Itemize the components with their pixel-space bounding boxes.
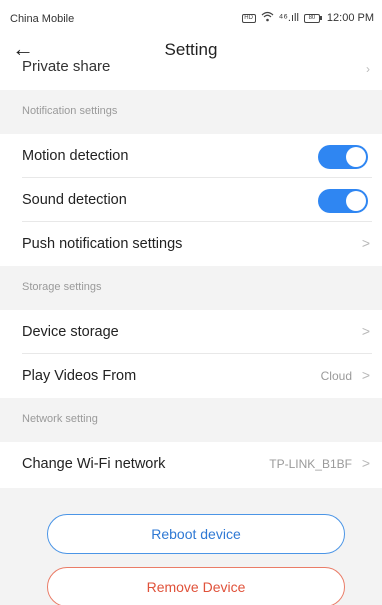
wifi-network-value: TP-LINK_B1BF xyxy=(269,457,352,471)
device-storage-row[interactable]: Device storage > xyxy=(0,310,382,354)
chevron-right-icon: > xyxy=(361,323,370,339)
sound-detection-toggle[interactable] xyxy=(318,189,368,213)
remove-device-button[interactable]: Remove Device xyxy=(47,567,345,605)
private-share-label: Private share xyxy=(22,60,111,75)
page-title: Setting xyxy=(164,40,218,59)
status-icons: HD ⁴⁶.ıll 80 12:00 PM xyxy=(241,11,374,25)
chevron-right-icon: › xyxy=(366,62,370,76)
motion-detection-toggle[interactable] xyxy=(318,145,368,169)
sound-detection-row: Sound detection xyxy=(0,178,382,222)
section-header-notification: Notification settings xyxy=(0,90,382,134)
signal-icon: ⁴⁶.ıll xyxy=(278,12,299,24)
play-videos-value: Cloud xyxy=(320,369,352,383)
chevron-right-icon: > xyxy=(361,367,370,383)
clock: 12:00 PM xyxy=(326,12,374,24)
section-title: Storage settings xyxy=(22,281,102,293)
chevron-right-icon: > xyxy=(361,455,370,471)
hd-icon: HD xyxy=(241,13,256,23)
bottom-actions: Reboot device Remove Device xyxy=(0,488,382,605)
chevron-right-icon: > xyxy=(361,235,370,251)
carrier-label: China Mobile xyxy=(10,13,75,25)
play-videos-row[interactable]: Play Videos From Cloud > xyxy=(0,354,382,398)
battery-level: 80 xyxy=(303,13,320,23)
section-title: Network setting xyxy=(22,413,98,425)
play-videos-label: Play Videos From xyxy=(22,368,137,384)
push-notification-label: Push notification settings xyxy=(22,236,183,252)
private-share-row[interactable]: Private share › xyxy=(0,60,382,86)
section-header-network: Network setting xyxy=(0,398,382,442)
sound-detection-label: Sound detection xyxy=(22,192,127,208)
battery-icon: 80 xyxy=(303,13,322,23)
section-title: Notification settings xyxy=(22,105,118,117)
change-wifi-label: Change Wi-Fi network xyxy=(22,456,166,472)
motion-detection-row: Motion detection xyxy=(0,134,382,178)
reboot-device-button[interactable]: Reboot device xyxy=(47,514,345,554)
motion-detection-label: Motion detection xyxy=(22,148,129,164)
section-header-storage: Storage settings xyxy=(0,266,382,310)
status-bar: China Mobile HD ⁴⁶.ıll 80 12:00 PM xyxy=(0,0,382,36)
wifi-icon xyxy=(261,11,274,25)
push-notification-row[interactable]: Push notification settings > xyxy=(0,222,382,266)
device-storage-label: Device storage xyxy=(22,324,119,340)
change-wifi-row[interactable]: Change Wi-Fi network TP-LINK_B1BF > xyxy=(0,442,382,486)
